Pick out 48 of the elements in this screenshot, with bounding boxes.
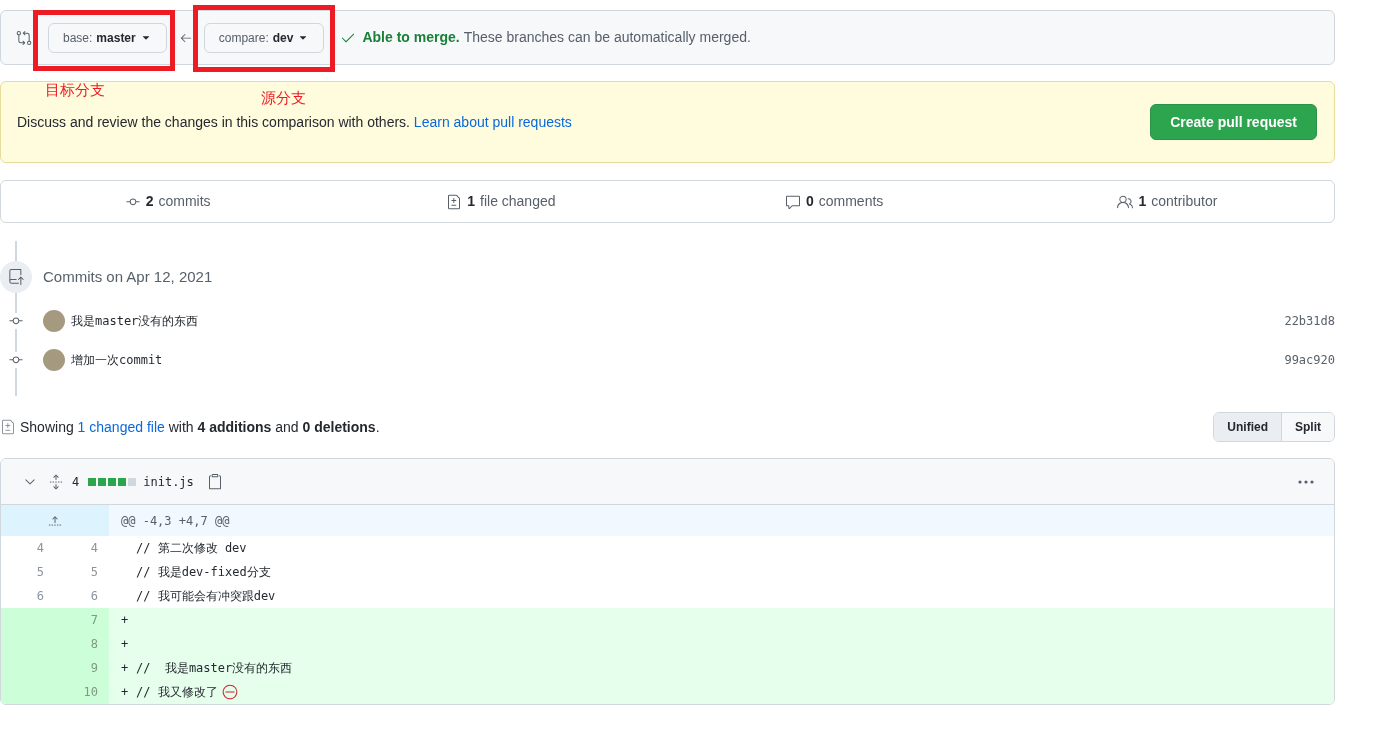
compare-icon: [16, 29, 32, 46]
line-number: 9: [55, 656, 109, 680]
code-text: + // 我又修改了: [121, 684, 218, 701]
changed-files-link[interactable]: 1 changed file: [77, 418, 165, 435]
compare-branch-button[interactable]: compare: dev: [203, 22, 325, 53]
learn-more-link[interactable]: Learn about pull requests: [413, 113, 572, 130]
view-toggle-button[interactable]: Split: [1281, 413, 1334, 441]
commit-sha-link[interactable]: 22b31d8: [1284, 312, 1335, 330]
files-changed-link[interactable]: 1 file changed: [446, 191, 556, 212]
code-text: +: [121, 636, 130, 653]
commit-message-link[interactable]: 增加一次commit: [71, 351, 163, 369]
merge-status-title: Able to merge.: [362, 28, 460, 47]
code-text: // 第二次修改 dev: [135, 540, 247, 557]
more-icon: [1298, 479, 1314, 484]
contributors-link[interactable]: 1 contributor: [1117, 191, 1218, 212]
code-text: + // 我是master没有的东西: [121, 660, 293, 677]
banner-text: Discuss and review the changes in this comparison with others. Learn about pull requests: [17, 112, 572, 132]
plus-minus-file-icon: [446, 193, 463, 210]
expand-all-button[interactable]: [48, 473, 64, 490]
code-text: +: [121, 612, 130, 629]
hunk-header: @@ -4,3 +4,7 @@: [109, 505, 1334, 536]
line-number: 8: [55, 632, 109, 656]
copy-button[interactable]: [206, 473, 223, 490]
plus-minus-file-icon: [0, 419, 16, 435]
repo-push-icon: [0, 261, 32, 293]
commit-group-title: Commits on Apr 12, 2021: [43, 266, 213, 287]
commit-sha-link[interactable]: 99ac920: [1284, 351, 1335, 369]
merge-status-text: These branches can be automatically merged.: [463, 28, 751, 47]
line-number: 7: [55, 608, 109, 632]
unfold-icon: [48, 473, 64, 490]
code-text: // 我是dev-fixed分支: [135, 564, 271, 581]
avatar: [43, 349, 65, 371]
commits-link[interactable]: 2 commits: [124, 191, 211, 212]
view-toggle-button[interactable]: Unified: [1214, 413, 1281, 441]
base-branch-button[interactable]: base: master: [48, 22, 167, 53]
people-icon: [1117, 193, 1134, 210]
annotation-label: 源分支: [261, 88, 306, 108]
additions-count: 4: [72, 473, 80, 491]
comments-link[interactable]: 0 comments: [784, 191, 884, 212]
annotation-label: 目标分支: [45, 80, 105, 100]
speech-bubble-icon: [784, 193, 801, 210]
avatar: [43, 310, 65, 332]
commit-message-link[interactable]: 我是master没有的东西: [71, 312, 199, 330]
line-number: 10: [55, 680, 109, 704]
clipboard-icon: [206, 473, 223, 490]
file-name-link[interactable]: init.js: [143, 472, 194, 491]
code-text: // 我可能会有冲突跟dev: [135, 588, 276, 605]
diff-summary-text: Showing 1 changed file with 4 additions and 0 deletions.: [20, 417, 380, 437]
